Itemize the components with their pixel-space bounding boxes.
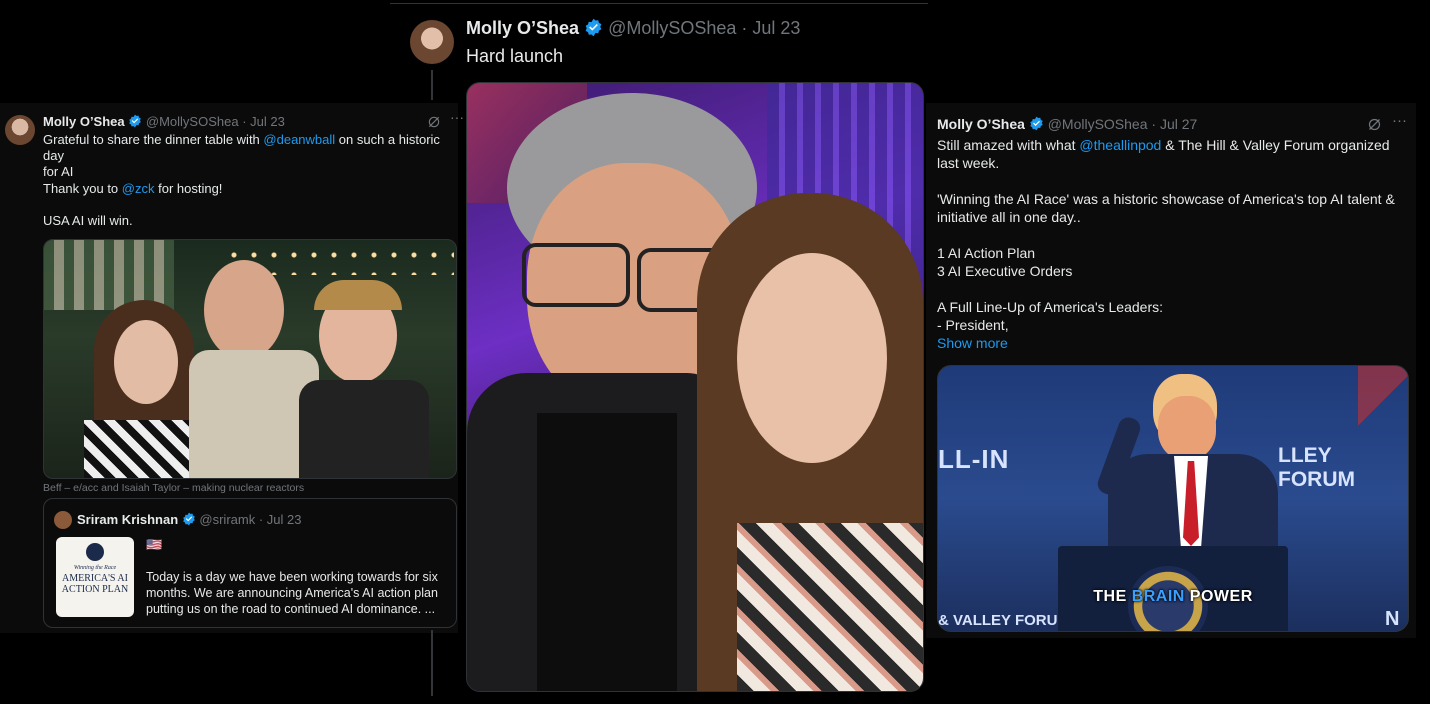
author-handle[interactable]: @MollySOShea [146, 114, 239, 129]
verified-badge-icon [183, 512, 195, 526]
thumb-title: AMERICA'S AI ACTION PLAN [61, 573, 129, 595]
tweet-thanks: Thank you to @zck for hosting! [43, 181, 223, 196]
video-sign-bottom-right: N [1385, 608, 1400, 630]
author-name[interactable]: Molly O’Shea [466, 18, 579, 38]
tweet-line: last week. [937, 155, 1000, 171]
author-avatar[interactable] [410, 20, 454, 64]
photo-caption: Beff – e/acc and Isaiah Taylor – making … [43, 482, 305, 494]
more-options-icon[interactable]: ··· [1392, 112, 1407, 129]
quote-author-avatar[interactable] [54, 511, 72, 529]
tweet-video[interactable]: LL-IN LLEY FORUM & VALLEY FORUM N THE BR… [937, 365, 1409, 632]
tweet-closing: USA AI will win. [43, 213, 133, 228]
tweet-line: 'Winning the AI Race' was a historic sho… [937, 191, 1395, 225]
video-sign-right: LLEY FORUM [1278, 444, 1355, 491]
tweet-line: 1 AI Action Plan [937, 245, 1036, 261]
tweet-text: Grateful to share the dinner table with [43, 132, 264, 147]
quote-date[interactable]: · Jul 23 [259, 512, 302, 527]
verified-badge-icon [1030, 116, 1043, 131]
author-name[interactable]: Molly O’Shea [937, 116, 1025, 132]
quote-thumbnail[interactable]: Winning the Race AMERICA'S AI ACTION PLA… [56, 537, 134, 617]
verified-badge-icon [585, 18, 602, 37]
tweet-line: 3 AI Executive Orders [937, 263, 1073, 279]
grok-icon[interactable] [1367, 117, 1382, 132]
tweet-photo[interactable] [466, 82, 924, 692]
show-more-link[interactable]: Show more [937, 334, 1407, 352]
center-tweet[interactable]: Molly O’Shea @MollySOShea · Jul 23 Hard … [390, 0, 930, 704]
thread-line [431, 70, 433, 100]
mention-link[interactable]: @deanwball [263, 132, 335, 147]
tweet-date[interactable]: · Jul 23 [741, 18, 800, 38]
author-handle[interactable]: @MollySOShea [1048, 116, 1148, 132]
tweet-body: Still amazed with what @theallinpod & Th… [937, 136, 1407, 352]
tweet-date[interactable]: · Jul 27 [1151, 116, 1197, 132]
author-name[interactable]: Molly O’Shea [43, 114, 125, 129]
video-caption: THE BRAIN POWER [1093, 588, 1253, 605]
quote-flag: 🇺🇸 [146, 537, 163, 552]
tweet-line: Still amazed with what @theallinpod & Th… [937, 137, 1390, 153]
quote-author-name[interactable]: Sriram Krishnan [77, 512, 178, 527]
top-divider [390, 3, 928, 4]
tweet-text: for AI [43, 164, 74, 179]
video-sign-left: LL-IN [938, 444, 1010, 474]
author-avatar[interactable] [5, 115, 35, 145]
thumb-subtitle: Winning the Race [73, 565, 117, 571]
tweet-line: A Full Line-Up of America's Leaders: [937, 299, 1164, 315]
author-handle[interactable]: @MollySOShea [608, 18, 736, 38]
mention-link[interactable]: @zck [122, 181, 155, 196]
mention-link[interactable]: @theallinpod [1079, 137, 1161, 153]
verified-badge-icon [129, 114, 142, 128]
quote-author-handle[interactable]: @sriramk [199, 512, 255, 527]
right-tweet[interactable]: Molly O’Shea @MollySOShea · Jul 27 ··· S… [926, 103, 1416, 638]
tweet-text: Hard launch [466, 46, 564, 66]
tweet-line: - President, [937, 317, 1009, 333]
thread-line [431, 630, 433, 696]
tweet-date[interactable]: · Jul 23 [242, 114, 285, 129]
video-sign-bottom-left: & VALLEY FORUM [938, 612, 1070, 629]
